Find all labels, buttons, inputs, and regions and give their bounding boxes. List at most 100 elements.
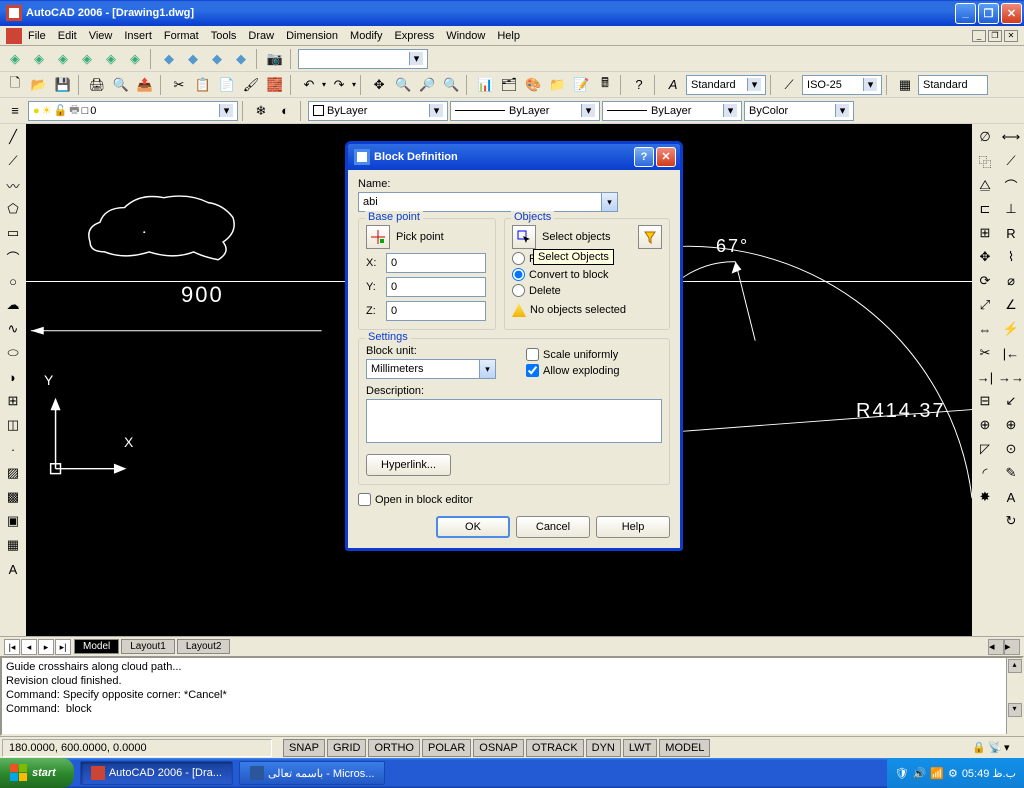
- window-close-button[interactable]: ✕: [1001, 3, 1022, 24]
- block-unit-combo[interactable]: [366, 359, 479, 379]
- zoom-win-icon[interactable]: 🔎: [416, 74, 438, 96]
- dimrad-icon[interactable]: R: [1000, 222, 1022, 244]
- dimupdate-icon[interactable]: ↻: [1000, 510, 1022, 532]
- description-textarea[interactable]: [366, 399, 662, 443]
- ellipse-icon[interactable]: ⬭: [2, 342, 24, 364]
- toggle-grid[interactable]: GRID: [327, 739, 367, 757]
- solid1-icon[interactable]: ◆: [158, 48, 180, 70]
- help-icon[interactable]: ?: [628, 74, 650, 96]
- mirror-icon[interactable]: ⧋: [974, 174, 996, 196]
- leader-icon[interactable]: ↙: [1000, 390, 1022, 412]
- textstyle-combo[interactable]: Standard▾: [686, 75, 766, 95]
- scale-uniformly-check[interactable]: [526, 348, 539, 361]
- toggle-snap[interactable]: SNAP: [283, 739, 325, 757]
- start-button[interactable]: start: [0, 758, 74, 788]
- solid3-icon[interactable]: ◆: [206, 48, 228, 70]
- block-icon[interactable]: 🧱: [264, 74, 286, 96]
- ssmgr-icon[interactable]: 📁: [546, 74, 568, 96]
- open-in-editor-check[interactable]: [358, 493, 371, 506]
- x-input[interactable]: [386, 253, 486, 273]
- tab-first[interactable]: |◂: [4, 639, 20, 655]
- layer-combo[interactable]: ●☀🔓🖶□ 0 ▾: [28, 101, 238, 121]
- name-dropdown[interactable]: ▾: [601, 192, 618, 212]
- menu-draw[interactable]: Draw: [248, 30, 274, 42]
- chamfer-icon[interactable]: ◸: [974, 438, 996, 460]
- paste-icon[interactable]: 📄: [216, 74, 238, 96]
- solid2-icon[interactable]: ◆: [182, 48, 204, 70]
- makeblock-icon[interactable]: ◫: [2, 414, 24, 436]
- zoom-prev-icon[interactable]: 🔍: [440, 74, 462, 96]
- cut-icon[interactable]: ✂: [168, 74, 190, 96]
- fillet-icon[interactable]: ◜: [974, 462, 996, 484]
- color-combo[interactable]: ByLayer▾: [308, 101, 448, 121]
- layoff-icon[interactable]: ❄: [250, 100, 272, 122]
- dimqck-icon[interactable]: ⚡: [1000, 318, 1022, 340]
- print-icon[interactable]: 🖨: [86, 74, 108, 96]
- select-objects-button[interactable]: [512, 225, 536, 249]
- dc-icon[interactable]: 🗂: [498, 74, 520, 96]
- offset-icon[interactable]: ⊏: [974, 198, 996, 220]
- z-input[interactable]: [386, 301, 486, 321]
- toggle-dyn[interactable]: DYN: [586, 739, 621, 757]
- delete-radio[interactable]: [512, 284, 525, 297]
- dimaligned-icon[interactable]: ⟋: [1000, 150, 1022, 172]
- tab-last[interactable]: ▸|: [55, 639, 71, 655]
- redo-icon[interactable]: ↷: [328, 74, 350, 96]
- move-icon[interactable]: ✥: [974, 246, 996, 268]
- dialog-help-button[interactable]: ?: [634, 147, 654, 167]
- ok-button[interactable]: OK: [436, 516, 510, 538]
- undo-icon[interactable]: ↶: [298, 74, 320, 96]
- menu-tools[interactable]: Tools: [211, 30, 237, 42]
- menu-insert[interactable]: Insert: [124, 30, 152, 42]
- toggle-osnap[interactable]: OSNAP: [473, 739, 524, 757]
- tray-comm-icon[interactable]: 📡: [988, 741, 1002, 755]
- lineweight-combo[interactable]: ByLayer▾: [602, 101, 742, 121]
- dimjog-icon[interactable]: ⌇: [1000, 246, 1022, 268]
- cube-icon[interactable]: ◈: [4, 48, 26, 70]
- tray-icon-2[interactable]: 🔊: [913, 767, 927, 780]
- line-icon[interactable]: ╱: [2, 126, 24, 148]
- name-input[interactable]: [358, 192, 601, 212]
- stretch-icon[interactable]: ⇔: [974, 318, 996, 340]
- tab-prev[interactable]: ◂: [21, 639, 37, 655]
- tablestyle-icon[interactable]: ▦: [894, 74, 916, 96]
- hatch-icon[interactable]: ▨: [2, 462, 24, 484]
- menu-format[interactable]: Format: [164, 30, 199, 42]
- tray-icon-4[interactable]: ⚙: [948, 767, 958, 780]
- region-icon[interactable]: ▣: [2, 510, 24, 532]
- plotstyle-combo[interactable]: ByColor▾: [744, 101, 854, 121]
- pan-icon[interactable]: ✥: [368, 74, 390, 96]
- dimtedit-icon[interactable]: A: [1000, 486, 1022, 508]
- dimcenter-icon[interactable]: ⊙: [1000, 438, 1022, 460]
- coordinates-display[interactable]: 180.0000, 600.0000, 0.0000: [2, 739, 272, 757]
- dimang-icon[interactable]: ∠: [1000, 294, 1022, 316]
- pick-point-button[interactable]: [366, 225, 390, 249]
- tab-layout2[interactable]: Layout2: [177, 639, 231, 654]
- linetype-combo[interactable]: ByLayer▾: [450, 101, 600, 121]
- publish-icon[interactable]: 📤: [134, 74, 156, 96]
- toggle-polar[interactable]: POLAR: [422, 739, 471, 757]
- solid4-icon[interactable]: ◆: [230, 48, 252, 70]
- allow-exploding-check[interactable]: [526, 364, 539, 377]
- cmd-scroll-up[interactable]: ▴: [1008, 659, 1022, 673]
- toggle-lwt[interactable]: LWT: [623, 739, 657, 757]
- layermgr-icon[interactable]: ≡: [4, 100, 26, 122]
- mdi-restore[interactable]: ❐: [988, 30, 1002, 42]
- window-restore-button[interactable]: ❐: [978, 3, 999, 24]
- spline-icon[interactable]: ∿: [2, 318, 24, 340]
- circle-icon[interactable]: ○: [2, 270, 24, 292]
- tolerance-icon[interactable]: ⊕: [1000, 414, 1022, 436]
- save-icon[interactable]: 💾: [52, 74, 74, 96]
- matchprop-icon[interactable]: 🖌: [240, 74, 262, 96]
- menu-window[interactable]: Window: [446, 30, 485, 42]
- menu-express[interactable]: Express: [394, 30, 434, 42]
- zoom-rt-icon[interactable]: 🔍: [392, 74, 414, 96]
- toggle-ortho[interactable]: ORTHO: [368, 739, 420, 757]
- clock[interactable]: 05:49 ب.ظ: [962, 767, 1016, 780]
- explode-icon[interactable]: ✸: [974, 486, 996, 508]
- tray-icon-1[interactable]: 🛡: [895, 767, 909, 780]
- menu-modify[interactable]: Modify: [350, 30, 382, 42]
- taskbar-item-autocad[interactable]: AutoCAD 2006 - [Dra...: [80, 761, 233, 785]
- mdi-icon[interactable]: [6, 28, 22, 44]
- y-input[interactable]: [386, 277, 486, 297]
